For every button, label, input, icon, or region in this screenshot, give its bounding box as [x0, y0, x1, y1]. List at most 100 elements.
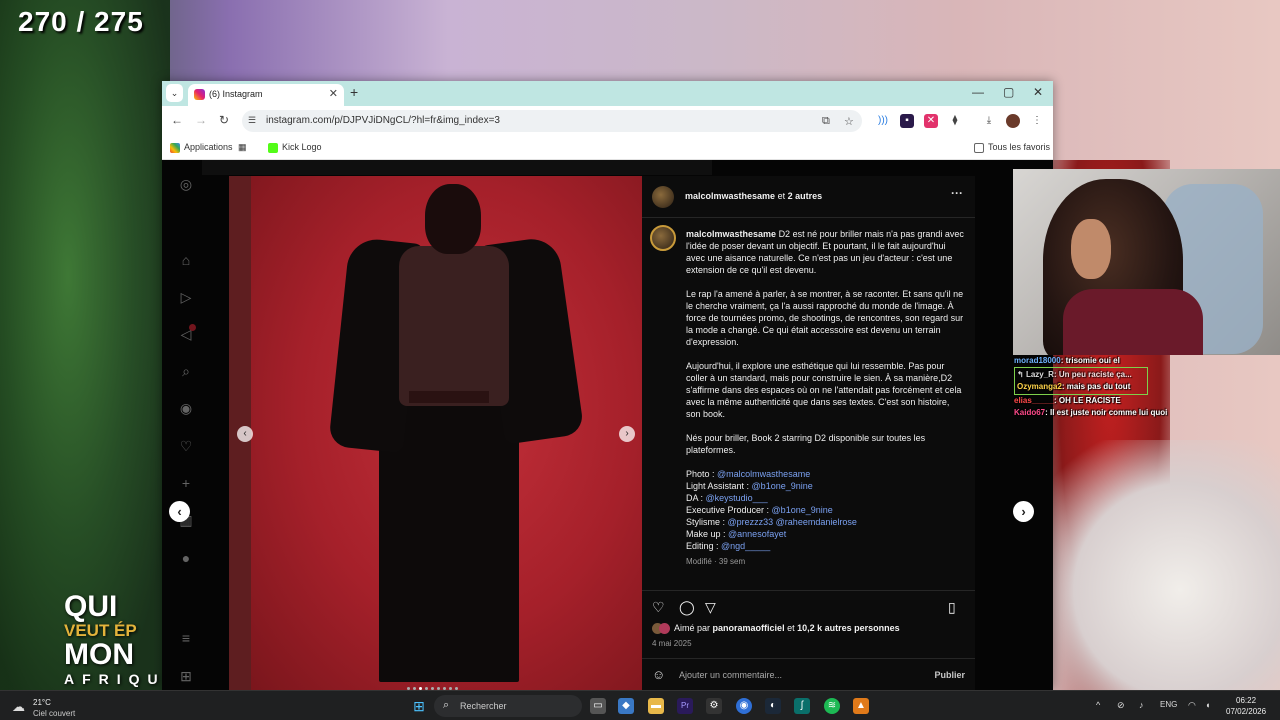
maximize-button[interactable]: ▢ [1003, 85, 1014, 99]
liked-others[interactable]: 10,2 k autres personnes [797, 623, 900, 633]
back-arrow-icon[interactable]: ← [171, 113, 183, 127]
figure-belt [409, 391, 489, 403]
save-bookmark-icon[interactable]: ▯ [948, 599, 956, 616]
liker-avatar [659, 623, 670, 635]
credit-label: Editing : [686, 541, 722, 551]
more-options-icon[interactable]: ··· [951, 186, 963, 200]
credit-mention[interactable]: @b1one_9nine [772, 505, 833, 515]
reload-icon[interactable]: ↻ [219, 113, 229, 127]
windows-start-icon[interactable]: ⊞ [411, 698, 427, 714]
comment-icon[interactable]: ◯ [679, 599, 695, 616]
url-text[interactable]: instagram.com/p/DJPVJiDNgCL/?hl=fr&img_i… [266, 115, 500, 126]
likes-summary[interactable]: Aimé par panoramaofficiel et 10,2 k autr… [652, 623, 900, 635]
caption-username[interactable]: malcolmwasthesame [686, 229, 776, 239]
post-authors[interactable]: malcolmwasthesame et 2 autres [685, 191, 822, 201]
address-bar[interactable]: ☰ instagram.com/p/DJPVJiDNgCL/?hl=fr&img… [242, 110, 862, 132]
post-photo[interactable]: ‹ › [229, 176, 642, 690]
chat-username: Ozymanga2 [1017, 382, 1062, 391]
credit-line: Editing : @ngd_____ [686, 540, 964, 552]
extensions-puzzle-icon[interactable]: ⧫ [948, 114, 962, 128]
new-tab-button[interactable]: + [350, 84, 358, 100]
minimize-button[interactable]: — [972, 85, 984, 99]
chat-text: : mais pas du tout [1061, 382, 1131, 391]
caption-credits: Photo : @malcolmwasthesame Light Assista… [686, 468, 964, 552]
language-indicator[interactable]: ENG [1160, 700, 1177, 709]
bookmark-star-icon[interactable]: ☆ [844, 115, 854, 128]
post-header: malcolmwasthesame et 2 autres ··· [642, 176, 975, 218]
credit-line: Executive Producer : @b1one_9nine [686, 504, 964, 516]
credit-mention[interactable]: @keystudio___ [706, 493, 768, 503]
bookmark-applications[interactable]: Applications [170, 142, 233, 153]
credit-mention[interactable]: @b1one_9nine [752, 481, 813, 491]
credit-mention[interactable]: @malcolmwasthesame [717, 469, 810, 479]
authors-others[interactable]: 2 autres [788, 191, 823, 201]
browser-toolbar: ← → ↻ ☰ instagram.com/p/DJPVJiDNgCL/?hl=… [162, 106, 1053, 136]
microphone-icon[interactable]: ♪ [1139, 700, 1144, 710]
liked-user[interactable]: panoramaofficiel [713, 623, 785, 633]
carousel-next-icon[interactable]: › [619, 426, 635, 442]
vlc-icon[interactable]: ▲ [853, 698, 869, 714]
comment-input[interactable]: Ajouter un commentaire... [679, 670, 782, 680]
browser-window: ⌄ (6) Instagram ✕ + — ▢ ✕ ← → ↻ ☰ instag… [162, 81, 1053, 690]
extension-sound-icon[interactable]: ))) [876, 114, 890, 128]
chat-text: : OH LE RACISTE [1054, 396, 1121, 405]
show-logo-line-4: AFRIQU [64, 671, 166, 687]
tray-app-icon[interactable]: ⊘ [1117, 700, 1125, 711]
bookmark-kick-logo[interactable]: Kick Logo [268, 142, 322, 153]
share-icon[interactable]: ▽ [705, 599, 716, 616]
spotify-icon[interactable]: ≋ [824, 698, 840, 714]
credit-line: Photo : @malcolmwasthesame [686, 468, 964, 480]
clock-date: 07/02/2026 [1226, 707, 1267, 716]
weather-temp: 21°C [33, 698, 51, 707]
caption-avatar[interactable] [650, 225, 676, 251]
previous-post-icon[interactable]: ‹ [169, 501, 190, 522]
widgets-icon[interactable]: ◆ [618, 698, 634, 714]
tab-instagram[interactable]: (6) Instagram ✕ [188, 84, 344, 106]
all-favorites[interactable]: Tous les favoris [974, 142, 1050, 153]
webcam-face [1071, 219, 1111, 279]
volume-icon[interactable]: ◖ [1205, 700, 1210, 710]
credit-mention[interactable]: @annesofayet [728, 529, 786, 539]
stream-counter: 270 / 275 [18, 6, 144, 37]
carousel-dots [407, 677, 461, 690]
premiere-pro-icon[interactable]: Pr [677, 698, 693, 714]
carousel-prev-icon[interactable]: ‹ [237, 426, 253, 442]
background-plant [0, 0, 170, 690]
steam-icon[interactable]: ◐ [765, 698, 781, 714]
settings-gear-icon[interactable]: ⚙ [706, 698, 722, 714]
emoji-icon[interactable]: ☺ [652, 667, 665, 682]
folder-icon [974, 142, 984, 153]
tab-groups-icon[interactable]: ▦ [238, 142, 247, 153]
like-heart-icon[interactable]: ♡ [652, 599, 665, 616]
author-avatar[interactable] [652, 186, 674, 208]
tray-overflow-icon[interactable]: ^ [1096, 700, 1100, 710]
credit-mention[interactable]: @ngd_____ [721, 541, 770, 551]
wifi-icon[interactable]: ◠ [1188, 700, 1196, 711]
system-clock[interactable]: 06:22 07/02/2026 [1226, 695, 1266, 717]
forward-arrow-icon[interactable]: → [195, 113, 207, 127]
extension-dark-icon[interactable]: ▪ [900, 114, 914, 128]
tab-close-icon[interactable]: ✕ [329, 87, 338, 100]
taskbar-search[interactable]: ⌕ Rechercher [434, 695, 582, 717]
app-s-icon[interactable]: ʃ [794, 698, 810, 714]
credit-line: Light Assistant : @b1one_9nine [686, 480, 964, 492]
site-info-icon[interactable]: ☰ [248, 115, 256, 126]
publish-button[interactable]: Publier [934, 670, 965, 680]
close-window-button[interactable]: ✕ [1033, 85, 1043, 99]
chrome-icon[interactable]: ◉ [736, 698, 752, 714]
task-view-icon[interactable]: ▭ [590, 698, 606, 714]
profile-avatar[interactable] [1006, 114, 1020, 128]
author-username[interactable]: malcolmwasthesame [685, 191, 775, 201]
tab-search-button[interactable]: ⌄ [166, 84, 183, 102]
chat-text: : trisomie oui el [1060, 356, 1120, 365]
file-explorer-icon[interactable]: ▬ [648, 698, 664, 714]
background-blur [1030, 440, 1280, 690]
menu-dots-icon[interactable]: ⋮ [1030, 114, 1044, 128]
caption-paragraph-4: Nés pour briller, Book 2 starring D2 dis… [686, 433, 926, 455]
next-post-icon[interactable]: › [1013, 501, 1034, 522]
download-icon[interactable]: ⤓ [982, 114, 996, 128]
install-app-icon[interactable]: ⧉ [822, 115, 830, 128]
credit-label: Make up : [686, 529, 729, 539]
extension-pink-icon[interactable]: ✕ [924, 114, 938, 128]
credit-mention[interactable]: @prezzz33 @raheemdanielrose [728, 517, 857, 527]
